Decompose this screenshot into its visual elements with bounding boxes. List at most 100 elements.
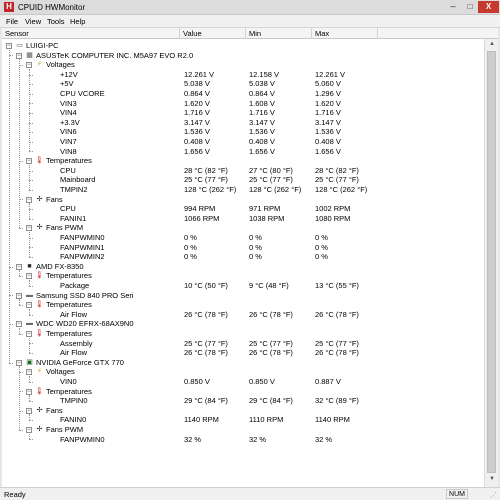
sensor-row[interactable]: Air Flow 26 °C (78 °F) 26 °C (78 °F) 26 °C …: [2, 348, 484, 358]
computer-icon: ▭: [16, 42, 23, 49]
sensor-name: VIN0: [60, 377, 77, 386]
tree-connector: [19, 333, 23, 335]
minimize-button[interactable]: –: [446, 1, 460, 13]
tree-node-row[interactable]: − 🌡 Temperatures: [2, 156, 484, 166]
scroll-up-arrow-icon[interactable]: ▲: [488, 41, 496, 47]
sensor-row[interactable]: FANIN1 1066 RPM 1038 RPM 1080 RPM: [2, 214, 484, 224]
sensor-name: VIN7: [60, 137, 77, 146]
sensor-name: TMPIN2: [60, 185, 88, 194]
tree-node-row[interactable]: − ✢ Fans: [2, 406, 484, 416]
collapse-toggle-icon[interactable]: −: [16, 321, 22, 328]
tree-node-row[interactable]: − ■ AMD FX-8350: [2, 262, 484, 272]
sensor-min: 1.536 V: [249, 127, 275, 137]
collapse-toggle-icon[interactable]: −: [26, 273, 32, 280]
sensor-row[interactable]: Assembly 25 °C (77 °F) 25 °C (77 °F) 25 °C …: [2, 339, 484, 349]
collapse-toggle-icon[interactable]: −: [6, 43, 12, 49]
collapse-toggle-icon[interactable]: −: [26, 62, 32, 69]
voltage-icon: ⚡: [37, 368, 42, 376]
tree-node-row[interactable]: − ▬ WDC WD20 EFRX-68AX9N0: [2, 319, 484, 329]
tree-node-row[interactable]: − ▬ Samsung SSD 840 PRO Seri: [2, 291, 484, 301]
sensor-row[interactable]: +5V 5.038 V 5.038 V 5.060 V: [2, 79, 484, 89]
collapse-toggle-icon[interactable]: −: [26, 388, 32, 395]
sensor-row[interactable]: VIN7 0.408 V 0.408 V 0.408 V: [2, 137, 484, 147]
voltage-icon: ⚡: [37, 61, 42, 69]
collapse-toggle-icon[interactable]: −: [26, 331, 32, 337]
tree-guide-line: [9, 49, 10, 363]
fan-icon: ✢: [36, 195, 43, 203]
maximize-button[interactable]: □: [463, 1, 477, 13]
column-min[interactable]: Min: [246, 28, 312, 39]
column-sensor[interactable]: Sensor: [2, 28, 180, 39]
collapse-toggle-icon[interactable]: −: [26, 302, 32, 309]
sensor-row[interactable]: +3.3V 3.147 V 3.147 V 3.147 V: [2, 118, 484, 128]
sensor-row[interactable]: CPU 28 °C (82 °F) 27 °C (80 °F) 28 °C (82 °…: [2, 166, 484, 176]
tree-node-row[interactable]: − ✢ Fans: [2, 195, 484, 205]
menu-help[interactable]: Help: [70, 16, 85, 27]
node-label-temperatures: Temperatures: [46, 329, 92, 338]
tree-node-row[interactable]: − ▣ NVIDIA GeForce GTX 770: [2, 358, 484, 368]
sensor-value: 29 °C (84 °F): [184, 396, 228, 406]
sensor-row[interactable]: CPU 994 RPM 971 RPM 1002 RPM: [2, 204, 484, 214]
sensor-min: 9 °C (48 °F): [249, 281, 289, 290]
title-bar[interactable]: H CPUID HWMonitor – □ X: [0, 0, 500, 15]
sensor-tree[interactable]: − ▭ LUIGI-PC − ▦ ASUSTeK COMPUTER INC. M5A97 …: [2, 39, 484, 487]
sensor-max: 1080 RPM: [315, 213, 351, 223]
sensor-max: 13 °C (55 °F): [315, 281, 359, 290]
close-button[interactable]: X: [478, 1, 499, 13]
sensor-row[interactable]: CPU VCORE 0.864 V 0.864 V 1.296 V: [2, 89, 484, 99]
tree-node-row[interactable]: − ▦ ASUSTeK COMPUTER INC. M5A97 EVO R2.0: [2, 51, 484, 61]
node-label-temperatures: Temperatures: [46, 386, 92, 396]
tree-guide-line: [29, 433, 30, 440]
sensor-row[interactable]: FANIN0 1140 RPM 1110 RPM 1140 RPM: [2, 415, 484, 425]
collapse-toggle-icon[interactable]: −: [26, 225, 32, 232]
sensor-row[interactable]: VIN3 1.620 V 1.608 V 1.620 V: [2, 99, 484, 109]
collapse-toggle-icon[interactable]: −: [26, 196, 32, 203]
sensor-row[interactable]: VIN8 1.656 V 1.656 V 1.656 V: [2, 147, 484, 157]
vertical-scrollbar[interactable]: ▲ ▼: [484, 39, 498, 487]
hwmonitor-app-icon[interactable]: H: [4, 2, 14, 12]
sensor-row[interactable]: VIN0 0.850 V 0.850 V 0.887 V: [2, 377, 484, 387]
sensor-row[interactable]: TMPIN2 128 °C (262 °F) 128 °C (262 °F) 128 …: [2, 185, 484, 195]
sensor-row[interactable]: VIN4 1.716 V 1.716 V 1.716 V: [2, 108, 484, 118]
tree-node-row[interactable]: − ✢ Fans PWM: [2, 425, 484, 435]
scrollbar-thumb[interactable]: [487, 51, 496, 473]
menu-tools[interactable]: Tools: [47, 16, 65, 27]
collapse-toggle-icon[interactable]: −: [16, 292, 22, 299]
sensor-row[interactable]: +12V 12.261 V 12.158 V 12.261 V: [2, 70, 484, 80]
sensor-row[interactable]: FANPWMIN2 0 % 0 % 0 %: [2, 252, 484, 262]
tree-node-row[interactable]: − 🌡 Temperatures: [2, 300, 484, 310]
tree-node-row[interactable]: − ▭ LUIGI-PC: [2, 41, 484, 51]
sensor-row[interactable]: Mainboard 25 °C (77 °F) 25 °C (77 °F) 25 °C…: [2, 175, 484, 185]
column-value[interactable]: Value: [180, 28, 246, 39]
tree-node-row[interactable]: − 🌡 Temperatures: [2, 271, 484, 281]
menu-file[interactable]: File: [6, 16, 18, 27]
collapse-toggle-icon[interactable]: −: [26, 369, 32, 376]
scroll-down-arrow-icon[interactable]: ▼: [488, 476, 496, 482]
sensor-row[interactable]: FANPWMIN1 0 % 0 % 0 %: [2, 243, 484, 253]
sensor-row[interactable]: Air Flow 26 °C (78 °F) 26 °C (78 °F) 26 °C …: [2, 310, 484, 320]
sensor-row[interactable]: Package 10 °C (50 °F) 9 °C (48 °F) 13 °C (5…: [2, 281, 484, 291]
menu-view[interactable]: View: [25, 16, 41, 27]
disk-drive-icon: ▬: [26, 320, 33, 328]
collapse-toggle-icon[interactable]: −: [26, 427, 32, 433]
resize-grip-icon[interactable]: ⋰: [490, 491, 497, 499]
sensor-row[interactable]: FANPWMIN0 0 % 0 % 0 %: [2, 233, 484, 243]
sensor-row[interactable]: VIN6 1.536 V 1.536 V 1.536 V: [2, 127, 484, 137]
sensor-row[interactable]: TMPIN0 29 °C (84 °F) 29 °C (84 °F) 32 °C (8…: [2, 396, 484, 406]
collapse-toggle-icon[interactable]: −: [16, 52, 22, 59]
column-max[interactable]: Max: [312, 28, 378, 39]
sensor-max: 0 %: [315, 233, 328, 242]
sensor-value: 1.620 V: [184, 98, 210, 108]
tree-node-row[interactable]: − ⚡ Voltages: [2, 60, 484, 70]
tree-guide-line: [19, 328, 20, 334]
tree-node-row[interactable]: − 🌡 Temperatures: [2, 329, 484, 339]
sensor-row[interactable]: FANPWMIN0 32 % 32 % 32 %: [2, 435, 484, 445]
tree-node-row[interactable]: − ⚡ Voltages: [2, 367, 484, 377]
tree-node-row[interactable]: − ✢ Fans PWM: [2, 223, 484, 233]
collapse-toggle-icon[interactable]: −: [26, 158, 32, 165]
tree-guide-line: [29, 337, 30, 353]
collapse-toggle-icon[interactable]: −: [16, 359, 22, 366]
collapse-toggle-icon[interactable]: −: [26, 407, 32, 414]
tree-node-row[interactable]: − 🌡 Temperatures: [2, 387, 484, 397]
collapse-toggle-icon[interactable]: −: [16, 263, 22, 270]
